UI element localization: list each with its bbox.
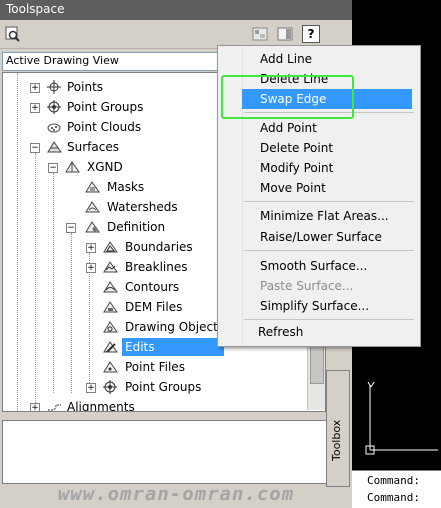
alignments-icon: [47, 400, 62, 411]
expand-icon[interactable]: +: [30, 83, 40, 93]
menu-item-modify-point[interactable]: Modify Point: [220, 158, 414, 178]
command-line-text: Command:: [367, 474, 420, 487]
definition-icon: [85, 220, 100, 234]
tree-item-label: DEM Files: [125, 300, 183, 314]
dem-files-icon: [103, 300, 118, 314]
menu-item-label: Paste Surface...: [260, 279, 354, 293]
tree-item-label: Point Files: [125, 360, 185, 374]
menu-item-refresh[interactable]: Refresh: [220, 322, 414, 342]
command-line-text: Command:: [367, 491, 420, 504]
view-select-value: Active Drawing View: [6, 54, 119, 67]
toolspace-title-bar[interactable]: Toolspace: [0, 0, 352, 20]
watermark: www.omran-omran.com: [57, 483, 295, 505]
tree-item-label: Alignments: [67, 400, 135, 412]
menu-separator: [244, 319, 414, 320]
menu-item-paste-surface: Paste Surface...: [220, 276, 414, 296]
window-title: Toolspace: [6, 2, 65, 16]
surface-icon: [65, 160, 80, 174]
watersheds-icon: [85, 200, 100, 214]
tree-item-label: Breaklines: [125, 260, 188, 274]
menu-item-label: Modify Point: [260, 161, 334, 175]
menu-item-add-line[interactable]: Add Line: [220, 49, 414, 69]
menu-separator: [244, 250, 414, 251]
tree-item-label: Boundaries: [125, 240, 193, 254]
tree-item-label: Drawing Objects: [125, 320, 225, 334]
menu-item-label: Delete Point: [260, 141, 334, 155]
menu-item-raise-lower-surface[interactable]: Raise/Lower Surface: [220, 227, 414, 247]
points-icon: [47, 80, 62, 94]
ucs-icon: [365, 381, 438, 455]
boundaries-icon: [103, 240, 118, 254]
menu-item-add-point[interactable]: Add Point: [220, 118, 414, 138]
menu-item-label: Add Line: [260, 52, 313, 66]
menu-item-label: Add Point: [260, 121, 317, 135]
menu-item-label: Refresh: [258, 325, 304, 339]
drawing-objects-icon: [103, 320, 118, 334]
edits-icon: [103, 340, 118, 354]
contours-icon: [103, 280, 118, 294]
menu-item-minimize-flat-areas[interactable]: Minimize Flat Areas...: [220, 206, 414, 226]
settings-icon[interactable]: [251, 25, 269, 43]
tree-item-point-groups-nested[interactable]: + Point Groups: [3, 377, 303, 397]
tree-item-label: Points: [67, 80, 104, 94]
tree-item-label: Contours: [125, 280, 180, 294]
expand-icon[interactable]: +: [86, 383, 96, 393]
collapse-icon[interactable]: −: [66, 223, 76, 233]
collapse-icon[interactable]: −: [48, 163, 58, 173]
tree-item-label: Point Groups: [125, 380, 202, 394]
tree-item-label: Point Clouds: [67, 120, 142, 134]
tree-item-label: Masks: [107, 180, 145, 194]
menu-item-delete-point[interactable]: Delete Point: [220, 138, 414, 158]
item-view-pane: [2, 420, 350, 484]
annotation-highlight-box: [221, 75, 354, 119]
expand-icon[interactable]: +: [86, 263, 96, 273]
search-icon[interactable]: [4, 25, 22, 43]
help-icon[interactable]: ?: [302, 25, 320, 43]
toolbox-tab[interactable]: Toolbox: [326, 370, 350, 487]
point-groups-icon: [103, 380, 118, 394]
collapse-icon[interactable]: −: [30, 143, 40, 153]
masks-icon: [85, 180, 100, 194]
menu-separator: [244, 201, 414, 202]
tree-item-label: Surfaces: [67, 140, 119, 154]
tree-item-point-files[interactable]: Point Files: [3, 357, 303, 377]
menu-item-label: Simplify Surface...: [260, 299, 370, 313]
point-files-icon: [103, 360, 118, 374]
tree-item-label: Definition: [107, 220, 166, 234]
expand-icon[interactable]: +: [86, 243, 96, 253]
expand-icon[interactable]: +: [30, 403, 40, 411]
menu-item-label: Minimize Flat Areas...: [260, 209, 389, 223]
scrollbar-thumb[interactable]: [310, 342, 324, 384]
view-select[interactable]: Active Drawing View: [2, 52, 226, 71]
menu-item-move-point[interactable]: Move Point: [220, 178, 414, 198]
menu-item-label: Raise/Lower Surface: [260, 230, 382, 244]
point-clouds-icon: [47, 120, 62, 134]
menu-item-label: Move Point: [260, 181, 326, 195]
point-groups-icon: [47, 100, 62, 114]
command-line[interactable]: Command: Command:: [352, 470, 441, 508]
tree-item-label: Point Groups: [67, 100, 144, 114]
expand-icon[interactable]: +: [30, 103, 40, 113]
menu-item-simplify-surface[interactable]: Simplify Surface...: [220, 296, 414, 316]
tree-item-label: XGND: [87, 160, 123, 174]
tree-item-alignments[interactable]: + Alignments: [3, 397, 303, 412]
menu-item-smooth-surface[interactable]: Smooth Surface...: [220, 256, 414, 276]
menu-item-label: Smooth Surface...: [260, 259, 368, 273]
toolbox-label: Toolbox: [330, 419, 343, 461]
surfaces-icon: [47, 140, 62, 154]
panel-icon[interactable]: [276, 25, 294, 43]
breaklines-icon: [103, 260, 118, 274]
tree-item-label: Watersheds: [107, 200, 178, 214]
tree-item-label: Edits: [122, 338, 224, 356]
help-label: ?: [307, 27, 315, 41]
